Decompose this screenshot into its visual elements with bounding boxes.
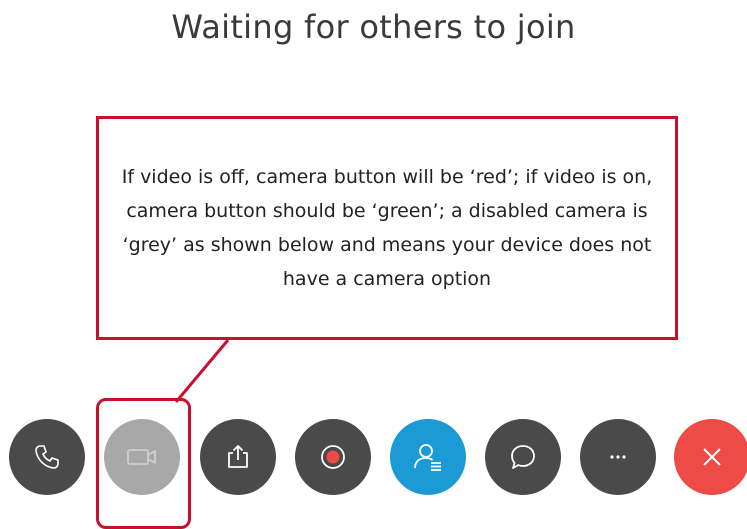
phone-button[interactable]: [9, 419, 85, 495]
share-button[interactable]: [200, 419, 276, 495]
participants-icon: [414, 444, 441, 471]
chat-button[interactable]: [485, 419, 561, 495]
record-icon: [321, 445, 345, 469]
page-title: Waiting for others to join: [171, 8, 576, 46]
annotation-text: If video is off, camera button will be ‘…: [121, 166, 653, 290]
participants-button[interactable]: [390, 419, 466, 495]
more-icon: [610, 455, 626, 459]
leave-meeting-button[interactable]: [674, 419, 747, 495]
record-button[interactable]: [295, 419, 371, 495]
annotation-callout: If video is off, camera button will be ‘…: [96, 116, 678, 340]
share-icon: [228, 445, 248, 468]
chat-icon: [511, 445, 535, 469]
camera-icon: [127, 449, 156, 465]
camera-button[interactable]: [104, 419, 180, 495]
phone-icon: [35, 445, 59, 469]
more-options-button[interactable]: [580, 419, 656, 495]
close-icon: [703, 448, 721, 466]
